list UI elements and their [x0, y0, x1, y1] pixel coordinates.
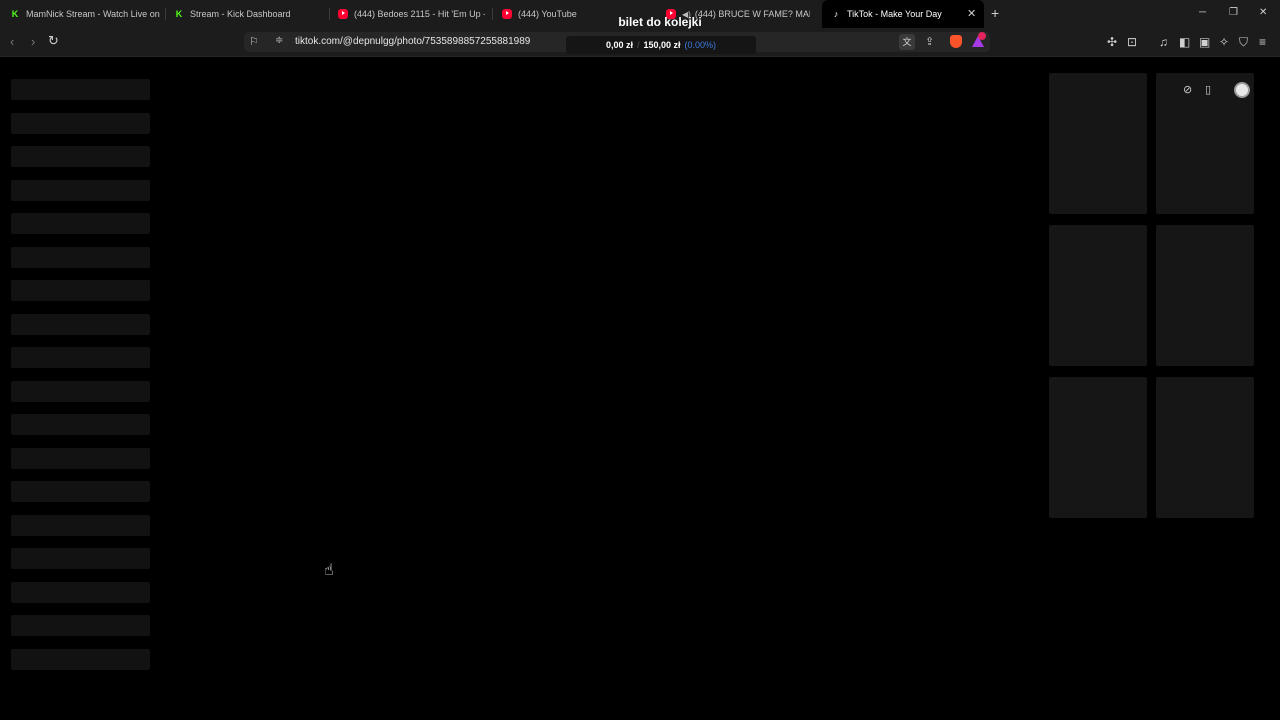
skeleton-card — [1049, 225, 1147, 366]
youtube-icon — [338, 9, 348, 19]
screenshot-icon[interactable]: ⊡ — [1127, 35, 1137, 49]
brave-shields-icon[interactable] — [950, 35, 962, 48]
tab-kick-dashboard[interactable]: K Stream - Kick Dashboard — [174, 0, 324, 28]
extensions-icon[interactable]: ✣ — [1107, 35, 1117, 49]
skeleton-line — [11, 314, 150, 335]
skeleton-line — [11, 481, 150, 502]
goal-percent: (0.00%) — [684, 40, 717, 50]
tab-divider — [329, 8, 330, 20]
goal-separator: / — [636, 40, 640, 50]
menu-icon[interactable]: ≡ — [1259, 35, 1266, 49]
rewards-badge — [978, 32, 986, 40]
skeleton-line — [11, 247, 150, 268]
tab-mamnick-stream[interactable]: K MamNick Stream - Watch Live on Ki — [10, 0, 160, 28]
sidebar-icon[interactable]: ◧ — [1179, 35, 1190, 49]
bookmark-icon[interactable]: ⚐ — [249, 35, 259, 48]
skeleton-line — [11, 113, 150, 134]
overlay-goal-counter: 0,00 zł / 150,00 zł (0.00%) — [566, 36, 756, 54]
goal-current: 0,00 zł — [605, 40, 633, 50]
avatar[interactable] — [1234, 82, 1250, 98]
minimize-button[interactable]: ─ — [1199, 7, 1206, 18]
share-icon[interactable]: ⇪ — [925, 35, 934, 48]
kick-icon: K — [175, 9, 183, 19]
leo-ai-icon[interactable]: ✧ — [1219, 35, 1229, 49]
tab-divider — [165, 8, 166, 20]
phone-icon[interactable]: ▯ — [1205, 83, 1211, 96]
kick-icon: K — [11, 9, 19, 19]
close-tab-icon[interactable]: ✕ — [967, 7, 976, 20]
skeleton-line — [11, 79, 150, 100]
tab-label: Stream - Kick Dashboard — [190, 9, 291, 19]
skeleton-line — [11, 280, 150, 301]
skeleton-line — [11, 649, 150, 670]
browser-window: K MamNick Stream - Watch Live on Ki K St… — [0, 0, 1280, 720]
page-content: ⊘ ▯ ☝ — [0, 57, 1280, 720]
tab-label: TikTok - Make Your Day — [847, 9, 942, 19]
back-button[interactable]: ‹ — [10, 34, 14, 49]
skeleton-line — [11, 448, 150, 469]
overlay-goal-title: bilet do kolejki — [618, 15, 702, 29]
tab-divider — [492, 8, 493, 20]
new-tab-button[interactable]: + — [991, 5, 999, 21]
forward-button[interactable]: › — [31, 34, 35, 49]
skeleton-line — [11, 180, 150, 201]
translate-icon[interactable]: 文 — [899, 34, 915, 50]
skeleton-line — [11, 146, 150, 167]
restore-button[interactable]: ❐ — [1229, 7, 1238, 18]
hand-cursor-icon: ☝ — [324, 562, 334, 579]
tab-tiktok[interactable]: ♪ TikTok - Make Your Day — [822, 0, 984, 28]
skeleton-line — [11, 414, 150, 435]
url-text[interactable]: tiktok.com/@depnulgg/photo/7535898857255… — [295, 36, 530, 47]
vpn-icon[interactable]: ⛉ — [1239, 35, 1248, 50]
skeleton-line — [11, 213, 150, 234]
skeleton-card — [1156, 225, 1254, 366]
youtube-icon — [502, 9, 512, 19]
tab-label: (444) Bedoes 2115 - Hit 'Em Up - Yo — [354, 9, 485, 19]
skeleton-line — [11, 548, 150, 569]
wallet-icon[interactable]: ▣ — [1199, 35, 1210, 49]
tab-bedoes-video[interactable]: (444) Bedoes 2115 - Hit 'Em Up - Yo — [338, 0, 485, 28]
skeleton-line — [11, 515, 150, 536]
skeleton-line — [11, 381, 150, 402]
site-info-icon[interactable]: ≑ — [275, 35, 283, 46]
skeleton-line — [11, 582, 150, 603]
skeleton-card — [1049, 73, 1147, 214]
close-window-button[interactable]: ✕ — [1259, 7, 1267, 18]
compass-icon[interactable]: ⊘ — [1183, 83, 1192, 96]
reload-button[interactable]: ↻ — [48, 33, 59, 49]
skeleton-card — [1049, 377, 1147, 518]
skeleton-line — [11, 347, 150, 368]
media-icon[interactable]: ♫ — [1159, 35, 1168, 49]
tab-label: MamNick Stream - Watch Live on Ki — [26, 9, 160, 19]
skeleton-card — [1156, 377, 1254, 518]
skeleton-line — [11, 615, 150, 636]
tiktok-icon: ♪ — [833, 9, 839, 19]
goal-target: 150,00 zł — [643, 40, 681, 50]
